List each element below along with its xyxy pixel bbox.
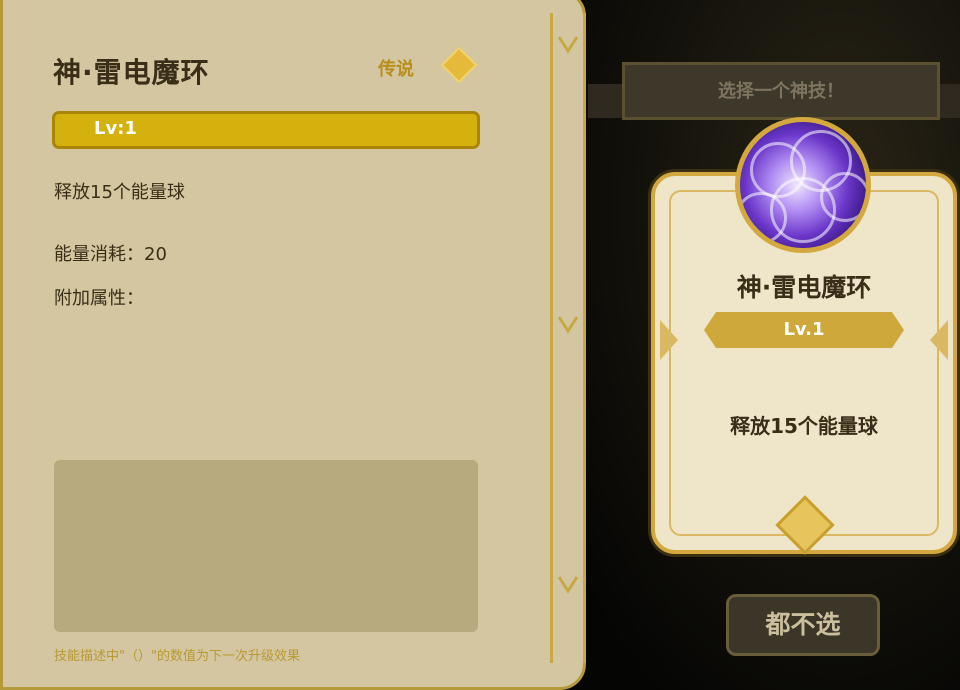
purple-energy-orb-icon [735,117,871,253]
skill-description: 释放15个能量球 [54,182,185,203]
level-label: Lv:1 [94,118,137,139]
chevron-ornament-icon [557,316,579,334]
energy-cost: 能量消耗：20 [54,244,167,265]
panel-ornament-border [550,13,586,663]
extra-attributes-label: 附加属性： [54,288,144,309]
level-bar: Lv:1 [52,111,480,149]
skill-title: 神·雷电魔环 [53,56,210,89]
attributes-box [54,460,478,632]
card-skill-name: 神·雷电魔环 [736,273,872,302]
card-description: 释放15个能量球 [730,414,878,438]
skip-button[interactable]: 都不选 [726,594,880,656]
skip-button-label: 都不选 [765,610,841,639]
card-level-label: Lv.1 [783,319,825,340]
rarity-label: 传说 [378,59,414,80]
selection-header-banner: 选择一个神技！ [622,62,940,120]
upgrade-hint: 技能描述中"（）"的数值为下一次升级效果 [54,649,300,664]
selection-header: 选择一个神技！ [718,81,844,102]
card-level-ribbon: Lv.1 [704,312,904,348]
chevron-ornament-icon [557,576,579,594]
chevron-ornament-icon [557,36,579,54]
